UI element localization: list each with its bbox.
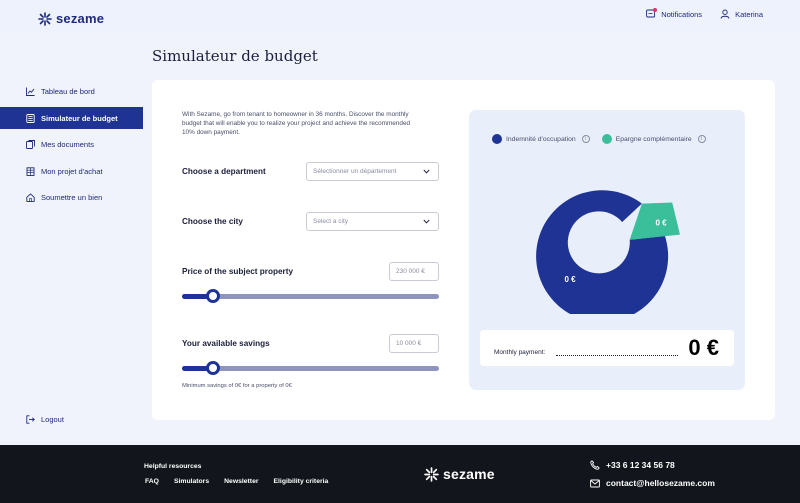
slice-label-occupation: 0 € <box>564 275 576 284</box>
sidebar-item-label: Simulateur de budget <box>41 113 118 123</box>
city-select[interactable]: Select a city <box>306 212 439 231</box>
top-bar: sezame Notifications Katerina <box>0 0 800 32</box>
user-icon <box>720 9 730 19</box>
monthly-payment-label: Monthly payment: <box>494 349 546 356</box>
sidebar-item-label: Soumettre un bien <box>41 192 103 202</box>
footer-brand-name: sezame <box>443 466 495 482</box>
savings-slider[interactable] <box>182 361 439 375</box>
footer-logo[interactable]: sezame <box>424 466 495 482</box>
slider-track <box>182 366 439 371</box>
notifications-button[interactable]: Notifications <box>646 8 703 19</box>
legend-swatch <box>601 134 612 144</box>
slice-label-savings: 0 € <box>655 219 667 228</box>
calculator-icon <box>26 113 35 123</box>
home-icon <box>26 192 35 202</box>
monthly-payment-box: Monthly payment: 0 € <box>480 330 734 366</box>
footer-email-address: contact@hellosezame.com <box>606 478 715 488</box>
sidebar-item-purchase-project[interactable]: Mon projet d'achat <box>0 160 143 182</box>
city-label: Choose the city <box>182 217 243 226</box>
sezame-logo-icon <box>38 11 52 26</box>
user-menu[interactable]: Katerina <box>720 9 763 19</box>
logout-button[interactable]: Logout <box>0 408 143 430</box>
sidebar-item-label: Mon projet d'achat <box>41 166 103 176</box>
brand-name: sezame <box>56 11 105 26</box>
price-input[interactable]: 230 000 € <box>389 262 439 281</box>
legend-swatch <box>492 134 502 144</box>
slider-thumb[interactable] <box>205 289 220 303</box>
sezame-logo-icon <box>424 466 439 482</box>
footer-email[interactable]: contact@hellosezame.com <box>590 478 715 488</box>
department-select[interactable]: Sélectionner un département <box>306 162 439 181</box>
price-label: Price of the subject property <box>182 267 294 276</box>
department-label: Choose a department <box>182 167 266 176</box>
sidebar-item-budget-simulator[interactable]: Simulateur de budget <box>0 107 143 129</box>
sidebar-item-label: Tableau de bord <box>41 86 95 96</box>
slider-track <box>182 294 439 299</box>
notification-dot <box>653 8 658 12</box>
footer-phone-number: +33 6 12 34 56 78 <box>606 460 675 470</box>
monthly-payment-value: 0 € <box>688 335 719 360</box>
sidebar-item-dashboard[interactable]: Tableau de bord <box>0 80 143 102</box>
savings-input-value: 10 000 € <box>396 340 422 347</box>
chevron-down-icon <box>423 169 430 174</box>
brand-logo[interactable]: sezame <box>38 11 104 26</box>
footer-link-faq[interactable]: FAQ <box>145 478 159 485</box>
top-actions: Notifications Katerina <box>646 8 763 19</box>
notification-icon <box>646 8 658 19</box>
price-slider[interactable] <box>182 289 439 303</box>
legend-label: Indemnité d'occupation <box>506 135 576 143</box>
intro-text: With Sezame, go from tenant to homeowner… <box>182 111 411 137</box>
chart-icon <box>26 87 35 96</box>
page-title: Simulateur de budget <box>152 47 318 65</box>
legend-item-occupation: Indemnité d'occupation i <box>492 134 590 144</box>
slider-thumb[interactable] <box>205 361 220 375</box>
sidebar-item-submit-property[interactable]: Soumettre un bien <box>0 186 143 208</box>
footer: Helpful resources FAQ Simulators Newslet… <box>0 445 800 503</box>
dotted-leader <box>556 355 678 356</box>
sidebar-item-label: Mes documents <box>41 139 94 149</box>
footer-link-simulators[interactable]: Simulators <box>174 478 209 485</box>
phone-icon <box>590 460 600 470</box>
minimum-savings-hint: Minimum savings of 0€ for a property of … <box>182 383 292 389</box>
logout-icon <box>26 414 35 424</box>
footer-resources-title: Helpful resources <box>144 463 202 470</box>
chart-legend: Indemnité d'occupation i Epargne complém… <box>492 134 706 144</box>
building-icon <box>26 166 35 176</box>
footer-phone[interactable]: +33 6 12 34 56 78 <box>590 460 675 470</box>
legend-label: Epargne complémentaire <box>615 135 692 143</box>
footer-links: FAQ Simulators Newsletter Eligibility cr… <box>145 478 328 485</box>
budget-donut-chart: 0 € 0 € <box>536 190 680 314</box>
savings-input[interactable]: 10 000 € <box>389 334 439 353</box>
legend-item-savings: Epargne complémentaire i <box>601 134 706 144</box>
logout-label: Logout <box>41 414 64 424</box>
footer-link-eligibility[interactable]: Eligibility criteria <box>274 478 329 485</box>
info-icon[interactable]: i <box>581 135 590 143</box>
savings-label: Your available savings <box>182 339 270 348</box>
notifications-label: Notifications <box>661 9 703 19</box>
price-input-value: 230 000 € <box>396 268 425 275</box>
city-select-value: Select a city <box>313 218 349 225</box>
department-select-value: Sélectionner un département <box>313 168 397 175</box>
user-name: Katerina <box>735 9 763 19</box>
mail-icon <box>590 479 600 487</box>
sidebar-item-documents[interactable]: Mes documents <box>0 133 143 155</box>
info-icon[interactable]: i <box>697 135 706 143</box>
chevron-down-icon <box>423 219 430 224</box>
footer-link-newsletter[interactable]: Newsletter <box>224 478 258 485</box>
documents-icon <box>26 139 35 149</box>
